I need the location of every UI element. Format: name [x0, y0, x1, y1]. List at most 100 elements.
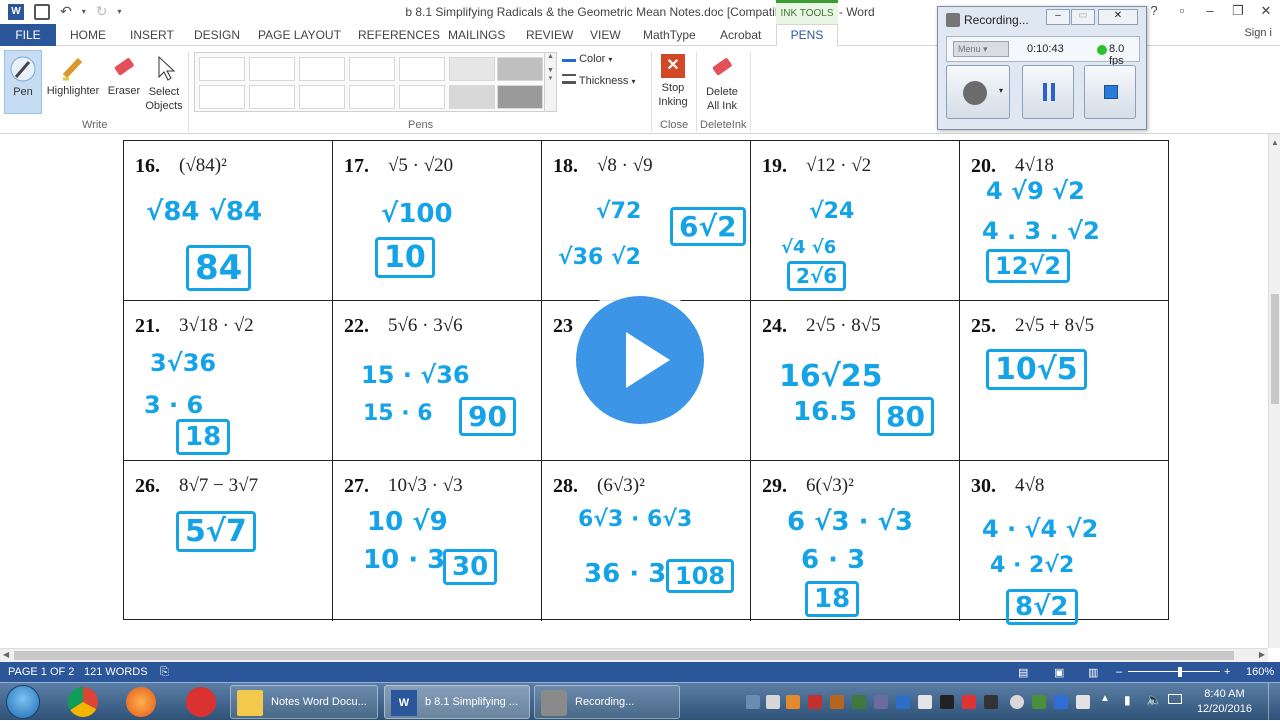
mail-icon[interactable]	[186, 687, 216, 717]
tab-references[interactable]: REFERENCES	[358, 28, 440, 42]
tray-app-icon[interactable]	[786, 695, 800, 709]
pen-button[interactable]: Pen	[4, 50, 42, 114]
scroll-thumb[interactable]	[1271, 294, 1279, 404]
thickness-dropdown[interactable]: Thickness ▾	[562, 74, 648, 87]
tray-app-icon[interactable]	[830, 695, 844, 709]
tray-app-icon[interactable]	[746, 695, 760, 709]
tray-app-icon[interactable]	[984, 695, 998, 709]
vertical-scrollbar[interactable]: ▲	[1268, 134, 1280, 648]
pen-style-option[interactable]	[497, 57, 543, 81]
taskbar-window-notes[interactable]: Notes Word Docu...	[230, 685, 378, 719]
tab-review[interactable]: REVIEW	[526, 28, 573, 42]
delete-all-ink-button[interactable]: Delete All Ink	[700, 54, 744, 113]
pause-button[interactable]	[1022, 65, 1074, 119]
show-hidden-icons[interactable]: ▲	[1100, 693, 1110, 704]
zoom-slider-thumb[interactable]	[1178, 667, 1182, 677]
stop-button[interactable]	[1084, 65, 1136, 119]
tab-design[interactable]: DESIGN	[194, 28, 240, 42]
pen-style-option[interactable]	[449, 57, 495, 81]
zoom-slider[interactable]	[1128, 671, 1220, 672]
pen-style-option[interactable]	[199, 85, 245, 109]
print-layout-icon[interactable]: ▣	[1054, 666, 1064, 679]
tab-home[interactable]: HOME	[70, 28, 106, 42]
zoom-out-icon[interactable]: –	[1116, 666, 1122, 678]
chevron-down-icon[interactable]: ▾	[999, 86, 1003, 95]
firefox-icon[interactable]	[126, 687, 156, 717]
zoom-in-icon[interactable]: +	[1224, 666, 1230, 678]
tray-app-icon[interactable]	[808, 695, 822, 709]
chrome-icon[interactable]	[68, 687, 98, 717]
recorder-minimize-icon[interactable]: –	[1046, 9, 1070, 25]
power-icon[interactable]	[1168, 694, 1182, 704]
record-button[interactable]: ▾	[946, 65, 1010, 119]
clock[interactable]: 8:40 AM 12/20/2016	[1197, 687, 1252, 717]
pen-style-option[interactable]	[199, 57, 245, 81]
recorder-close-icon[interactable]: ✕	[1098, 9, 1138, 25]
pen-style-option[interactable]	[349, 57, 395, 81]
tab-file[interactable]: FILE	[0, 24, 56, 46]
pen-style-option[interactable]	[399, 57, 445, 81]
pen-style-option[interactable]	[349, 85, 395, 109]
tray-app-icon[interactable]	[1076, 695, 1090, 709]
scroll-left-icon[interactable]: ◀	[3, 650, 9, 659]
tray-app-icon[interactable]	[1054, 695, 1068, 709]
bluetooth-icon[interactable]	[896, 695, 910, 709]
play-video-button[interactable]	[568, 288, 712, 432]
close-icon[interactable]: ✕	[1252, 0, 1280, 22]
horizontal-scrollbar[interactable]: ◀ ▶	[0, 648, 1268, 662]
minimize-icon[interactable]: –	[1196, 0, 1224, 22]
pen-gallery[interactable]: ▲ ▼ ▾	[194, 52, 557, 112]
problem-number: 27.	[344, 475, 369, 497]
horizontal-scroll-thumb[interactable]	[14, 651, 1234, 660]
pen-style-option[interactable]	[299, 57, 345, 81]
network-icon[interactable]: ▮	[1124, 693, 1131, 707]
sign-in-link[interactable]: Sign i	[1244, 27, 1272, 39]
pen-style-option[interactable]	[399, 85, 445, 109]
taskbar-window-word[interactable]: W b 8.1 Simplifying ...	[384, 685, 530, 719]
recorder-menu[interactable]: Menu ▾	[953, 41, 1009, 57]
volume-icon[interactable]: 🔈	[1146, 692, 1162, 708]
page-indicator[interactable]: PAGE 1 OF 2	[8, 666, 74, 678]
tab-insert[interactable]: INSERT	[130, 28, 174, 42]
tray-app-icon[interactable]	[874, 695, 888, 709]
eraser-button[interactable]: Eraser	[104, 54, 144, 97]
highlighter-button[interactable]: Highlighter	[44, 54, 102, 97]
select-objects-button[interactable]: Select Objects	[144, 54, 184, 113]
tab-acrobat[interactable]: Acrobat	[720, 28, 761, 42]
ribbon-display-icon[interactable]: ▫	[1168, 0, 1196, 22]
tray-app-icon[interactable]	[766, 695, 780, 709]
problem-cell: 28. (6√3)² 6√3 · 6√3 36 · 3 108	[542, 461, 751, 621]
show-desktop-button[interactable]	[1268, 683, 1280, 721]
tab-mailings[interactable]: MAILINGS	[448, 28, 505, 42]
start-button[interactable]	[6, 685, 40, 719]
tray-app-icon[interactable]	[1010, 695, 1024, 709]
handwritten-work: 15 · √36	[361, 361, 470, 389]
tray-app-icon[interactable]	[918, 695, 932, 709]
tray-app-icon[interactable]	[940, 695, 954, 709]
stop-inking-button[interactable]: ✕ Stop Inking	[654, 54, 692, 109]
proofing-icon[interactable]: ⎘	[160, 666, 169, 679]
pen-style-option[interactable]	[497, 85, 543, 109]
tab-page-layout[interactable]: PAGE LAYOUT	[258, 28, 341, 42]
pen-style-option[interactable]	[299, 85, 345, 109]
zoom-level[interactable]: 160%	[1246, 666, 1274, 678]
pen-style-option[interactable]	[249, 85, 295, 109]
tray-app-icon[interactable]	[1032, 695, 1046, 709]
tray-app-icon[interactable]	[852, 695, 866, 709]
web-layout-icon[interactable]: ▥	[1088, 666, 1098, 679]
tab-pens[interactable]: PENS	[776, 24, 838, 47]
tab-view[interactable]: VIEW	[590, 28, 621, 42]
pen-style-option[interactable]	[449, 85, 495, 109]
tab-mathtype[interactable]: MathType	[643, 28, 696, 42]
restore-icon[interactable]: ❐	[1224, 0, 1252, 22]
scroll-up-icon[interactable]: ▲	[1271, 138, 1279, 147]
tray-app-icon[interactable]	[962, 695, 976, 709]
pen-style-option[interactable]	[249, 57, 295, 81]
recorder-window[interactable]: Recording... – ▭ ✕ Menu ▾ 0:10:43 8.0 fp…	[937, 6, 1147, 130]
word-count[interactable]: 121 WORDS	[84, 666, 148, 678]
gallery-scroll[interactable]: ▲ ▼ ▾	[544, 53, 556, 111]
color-dropdown[interactable]: Color ▾	[562, 52, 642, 65]
taskbar-window-recording[interactable]: Recording...	[534, 685, 680, 719]
scroll-right-icon[interactable]: ▶	[1259, 650, 1265, 659]
read-mode-icon[interactable]: ▤	[1018, 666, 1028, 679]
